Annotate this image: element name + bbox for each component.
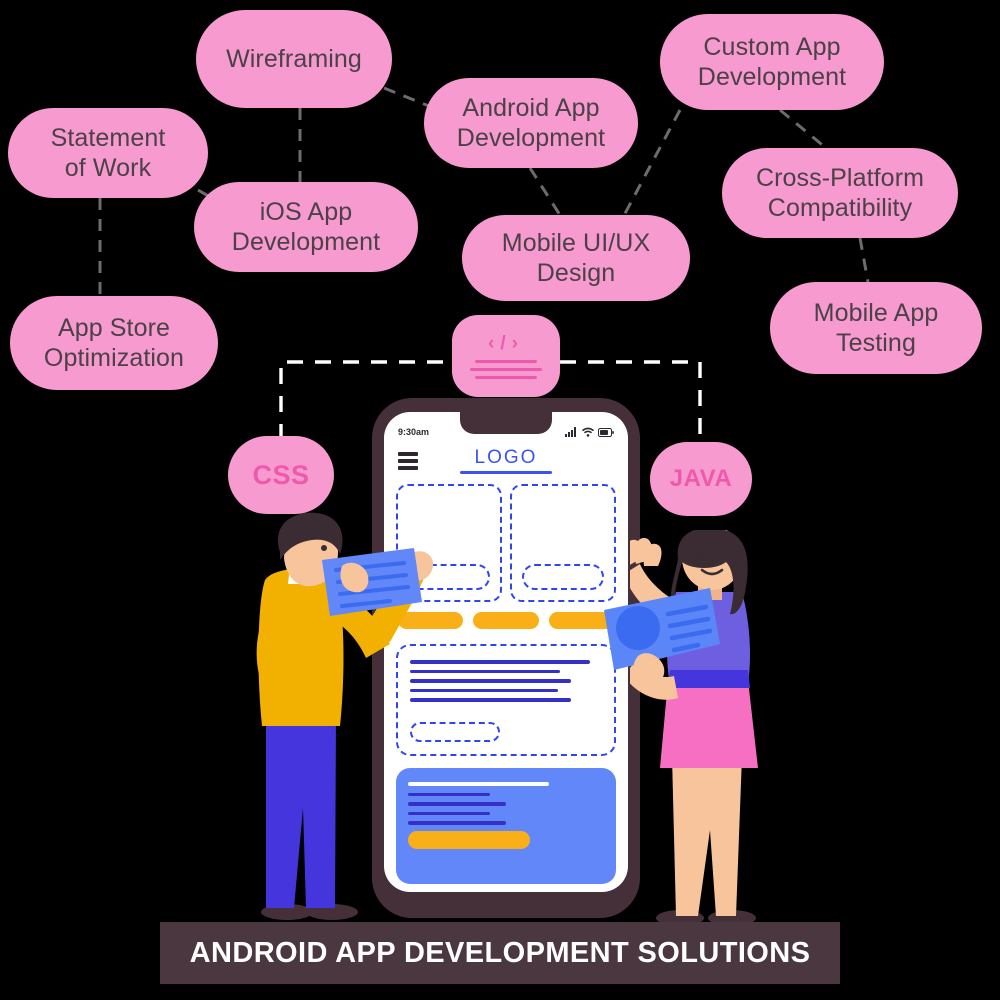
wireframe-card-right[interactable] [510,484,616,602]
bubble-label: Mobile UI/UX Design [501,229,651,287]
bubble-label: Cross-Platform Compatibility [755,164,925,222]
banner-title: ANDROID APP DEVELOPMENT SOLUTIONS [189,936,811,969]
code-line [475,375,537,379]
badge-css[interactable]: CSS [228,436,334,514]
bubble-wireframing[interactable]: Wireframing [196,10,392,108]
title-banner: ANDROID APP DEVELOPMENT SOLUTIONS [160,922,840,984]
bubble-label: Statement of Work [50,124,166,182]
badge-label: CSS [252,459,310,490]
bubble-label: Mobile App Testing [813,299,939,357]
wifi-icon [582,427,594,437]
bubble-app-store-optimization[interactable]: App Store Optimization [10,296,218,390]
hand-right-near [633,653,665,686]
logo-underline [460,471,552,474]
bubble-mobile-ui-ux-design[interactable]: Mobile UI/UX Design [462,215,690,301]
bubble-cross-platform-compatibility[interactable]: Cross-Platform Compatibility [722,148,958,238]
legs [266,720,336,908]
hand-left-near [340,562,369,593]
code-line [470,367,542,371]
bubble-android-app-development[interactable]: Android App Development [424,78,638,168]
yellow-pill[interactable] [473,612,539,629]
bubble-label: iOS App Development [231,198,381,256]
connector-custom-cross [779,108,827,150]
bubble-ios-app-development[interactable]: iOS App Development [194,182,418,272]
legs [672,756,742,916]
card-avatar [616,606,660,650]
status-bar: 9:30am [384,424,628,440]
badge-java[interactable]: JAVA [650,442,752,516]
code-snippet-badge[interactable]: ‹/› [452,315,560,397]
app-nav-bar: LOGO [384,446,628,476]
connector-android-uiux [528,167,562,216]
bubble-label: Custom App Development [697,33,847,91]
battery-icon [598,427,614,437]
bubble-mobile-app-testing[interactable]: Mobile App Testing [770,282,982,374]
status-time: 9:30am [398,427,430,437]
connector-cross-testing [858,237,870,283]
bubble-label: Wireframing [226,45,362,73]
app-logo: LOGO [474,447,538,468]
wireframe-card-button[interactable] [522,564,604,590]
bubble-label: Android App Development [456,94,606,152]
eye [696,552,704,560]
eye [718,552,726,560]
badge-label: JAVA [669,465,733,492]
code-line [475,359,537,363]
bubble-label: App Store Optimization [43,314,185,372]
signal-bars-icon [565,427,576,437]
infographic-canvas: Statement of Work Wireframing iOS App De… [0,0,1000,1000]
bubble-custom-app-development[interactable]: Custom App Development [660,14,884,110]
code-brackets-icon: ‹/› [488,332,524,354]
bubble-statement-of-work[interactable]: Statement of Work [8,108,208,198]
